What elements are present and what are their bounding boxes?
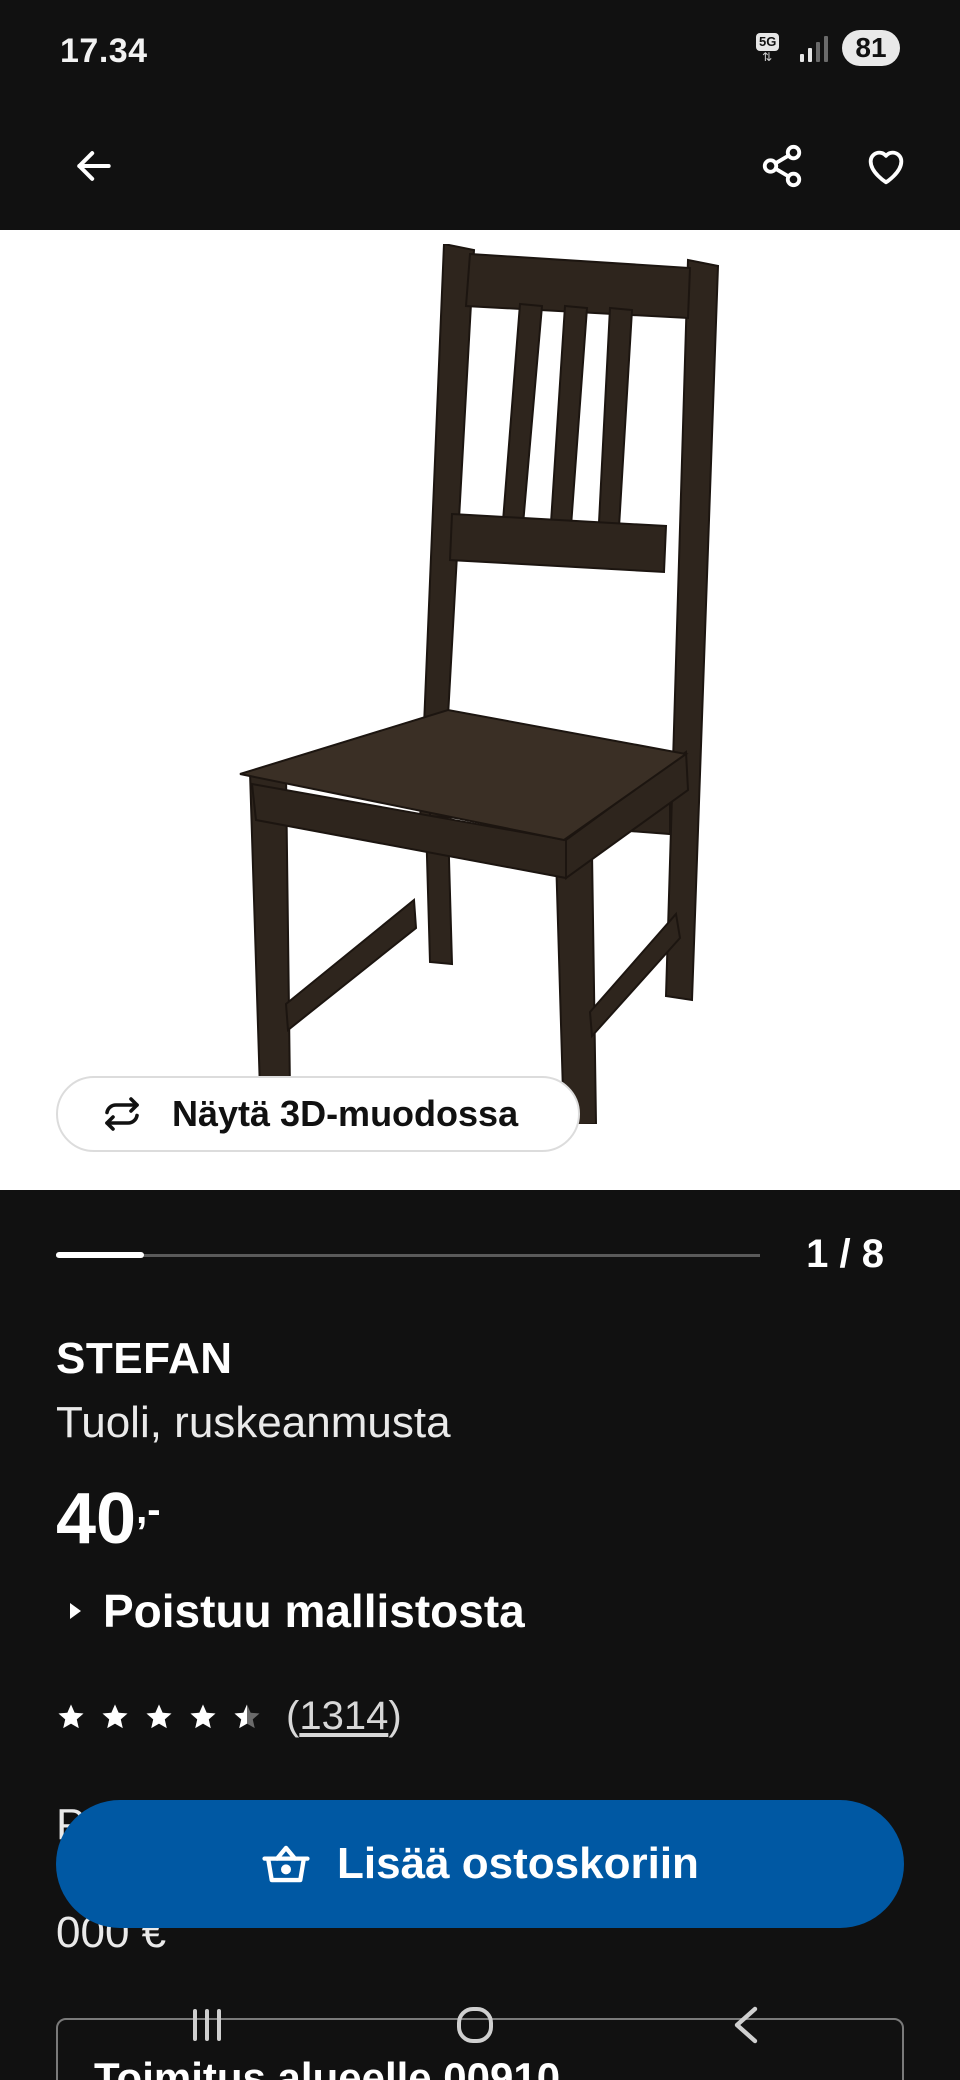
status-icons: 5G ⇅ 81 <box>756 30 900 66</box>
network-label: 5G <box>756 33 780 51</box>
carousel-track <box>56 1254 760 1257</box>
star-full-icon <box>58 1704 84 1728</box>
data-arrows-icon: ⇅ <box>762 50 773 64</box>
battery-indicator: 81 <box>842 30 900 66</box>
review-count[interactable]: (1314) <box>286 1694 402 1739</box>
shopping-basket-icon <box>262 1845 310 1883</box>
review-count-number: 1314 <box>299 1694 389 1738</box>
recent-apps-icon <box>193 2009 221 2041</box>
share-button[interactable] <box>746 130 818 202</box>
price-value: 40 <box>56 1479 137 1559</box>
carousel-track-fill <box>56 1252 144 1258</box>
view-3d-label: Näytä 3D-muodossa <box>172 1093 519 1134</box>
status-time: 17.34 <box>60 32 148 70</box>
network-5g-icon: 5G ⇅ <box>756 31 786 65</box>
heart-icon <box>868 150 904 185</box>
home-icon <box>457 2007 493 2043</box>
product-status[interactable]: Poistuu mallistosta <box>70 1584 525 1638</box>
add-to-cart-label: Lisää ostoskoriin <box>337 1839 699 1888</box>
system-back-button[interactable] <box>700 1990 790 2060</box>
back-button[interactable] <box>58 130 130 202</box>
carousel-progress <box>56 1240 760 1258</box>
arrow-left-icon <box>77 151 111 181</box>
chevron-left-icon <box>734 2006 758 2044</box>
carousel-page-counter: 1 / 8 <box>806 1232 884 1276</box>
app-bar <box>0 104 960 230</box>
favorite-button[interactable] <box>850 130 922 202</box>
product-description: Tuoli, ruskeanmusta <box>56 1398 451 1447</box>
rating-stars <box>56 1702 262 1732</box>
system-navigation-bar <box>0 1990 960 2080</box>
home-button[interactable] <box>430 1990 520 2060</box>
signal-strength-icon <box>800 34 828 62</box>
rotate-3d-icon <box>105 1097 139 1131</box>
star-half-icon <box>234 1704 260 1728</box>
star-full-icon <box>146 1704 172 1728</box>
price-suffix: ,- <box>136 1488 161 1532</box>
product-image-carousel[interactable]: Näytä 3D-muodossa <box>0 230 960 1190</box>
view-3d-button[interactable]: Näytä 3D-muodossa <box>56 1076 580 1152</box>
product-name[interactable]: STEFAN <box>56 1334 233 1384</box>
star-full-icon <box>102 1704 128 1728</box>
caret-right-icon <box>70 1603 81 1619</box>
status-bar: 17.34 5G ⇅ 81 <box>0 0 960 104</box>
chair-product-image <box>239 244 720 1124</box>
product-status-label: Poistuu mallistosta <box>103 1585 525 1637</box>
recent-apps-button[interactable] <box>162 1990 252 2060</box>
star-full-icon <box>190 1704 216 1728</box>
add-to-cart-button[interactable]: Lisää ostoskoriin <box>56 1800 904 1928</box>
share-icon <box>762 144 802 188</box>
product-rating[interactable]: (1314) <box>56 1694 402 1739</box>
product-price: 40 ,- <box>56 1478 161 1560</box>
